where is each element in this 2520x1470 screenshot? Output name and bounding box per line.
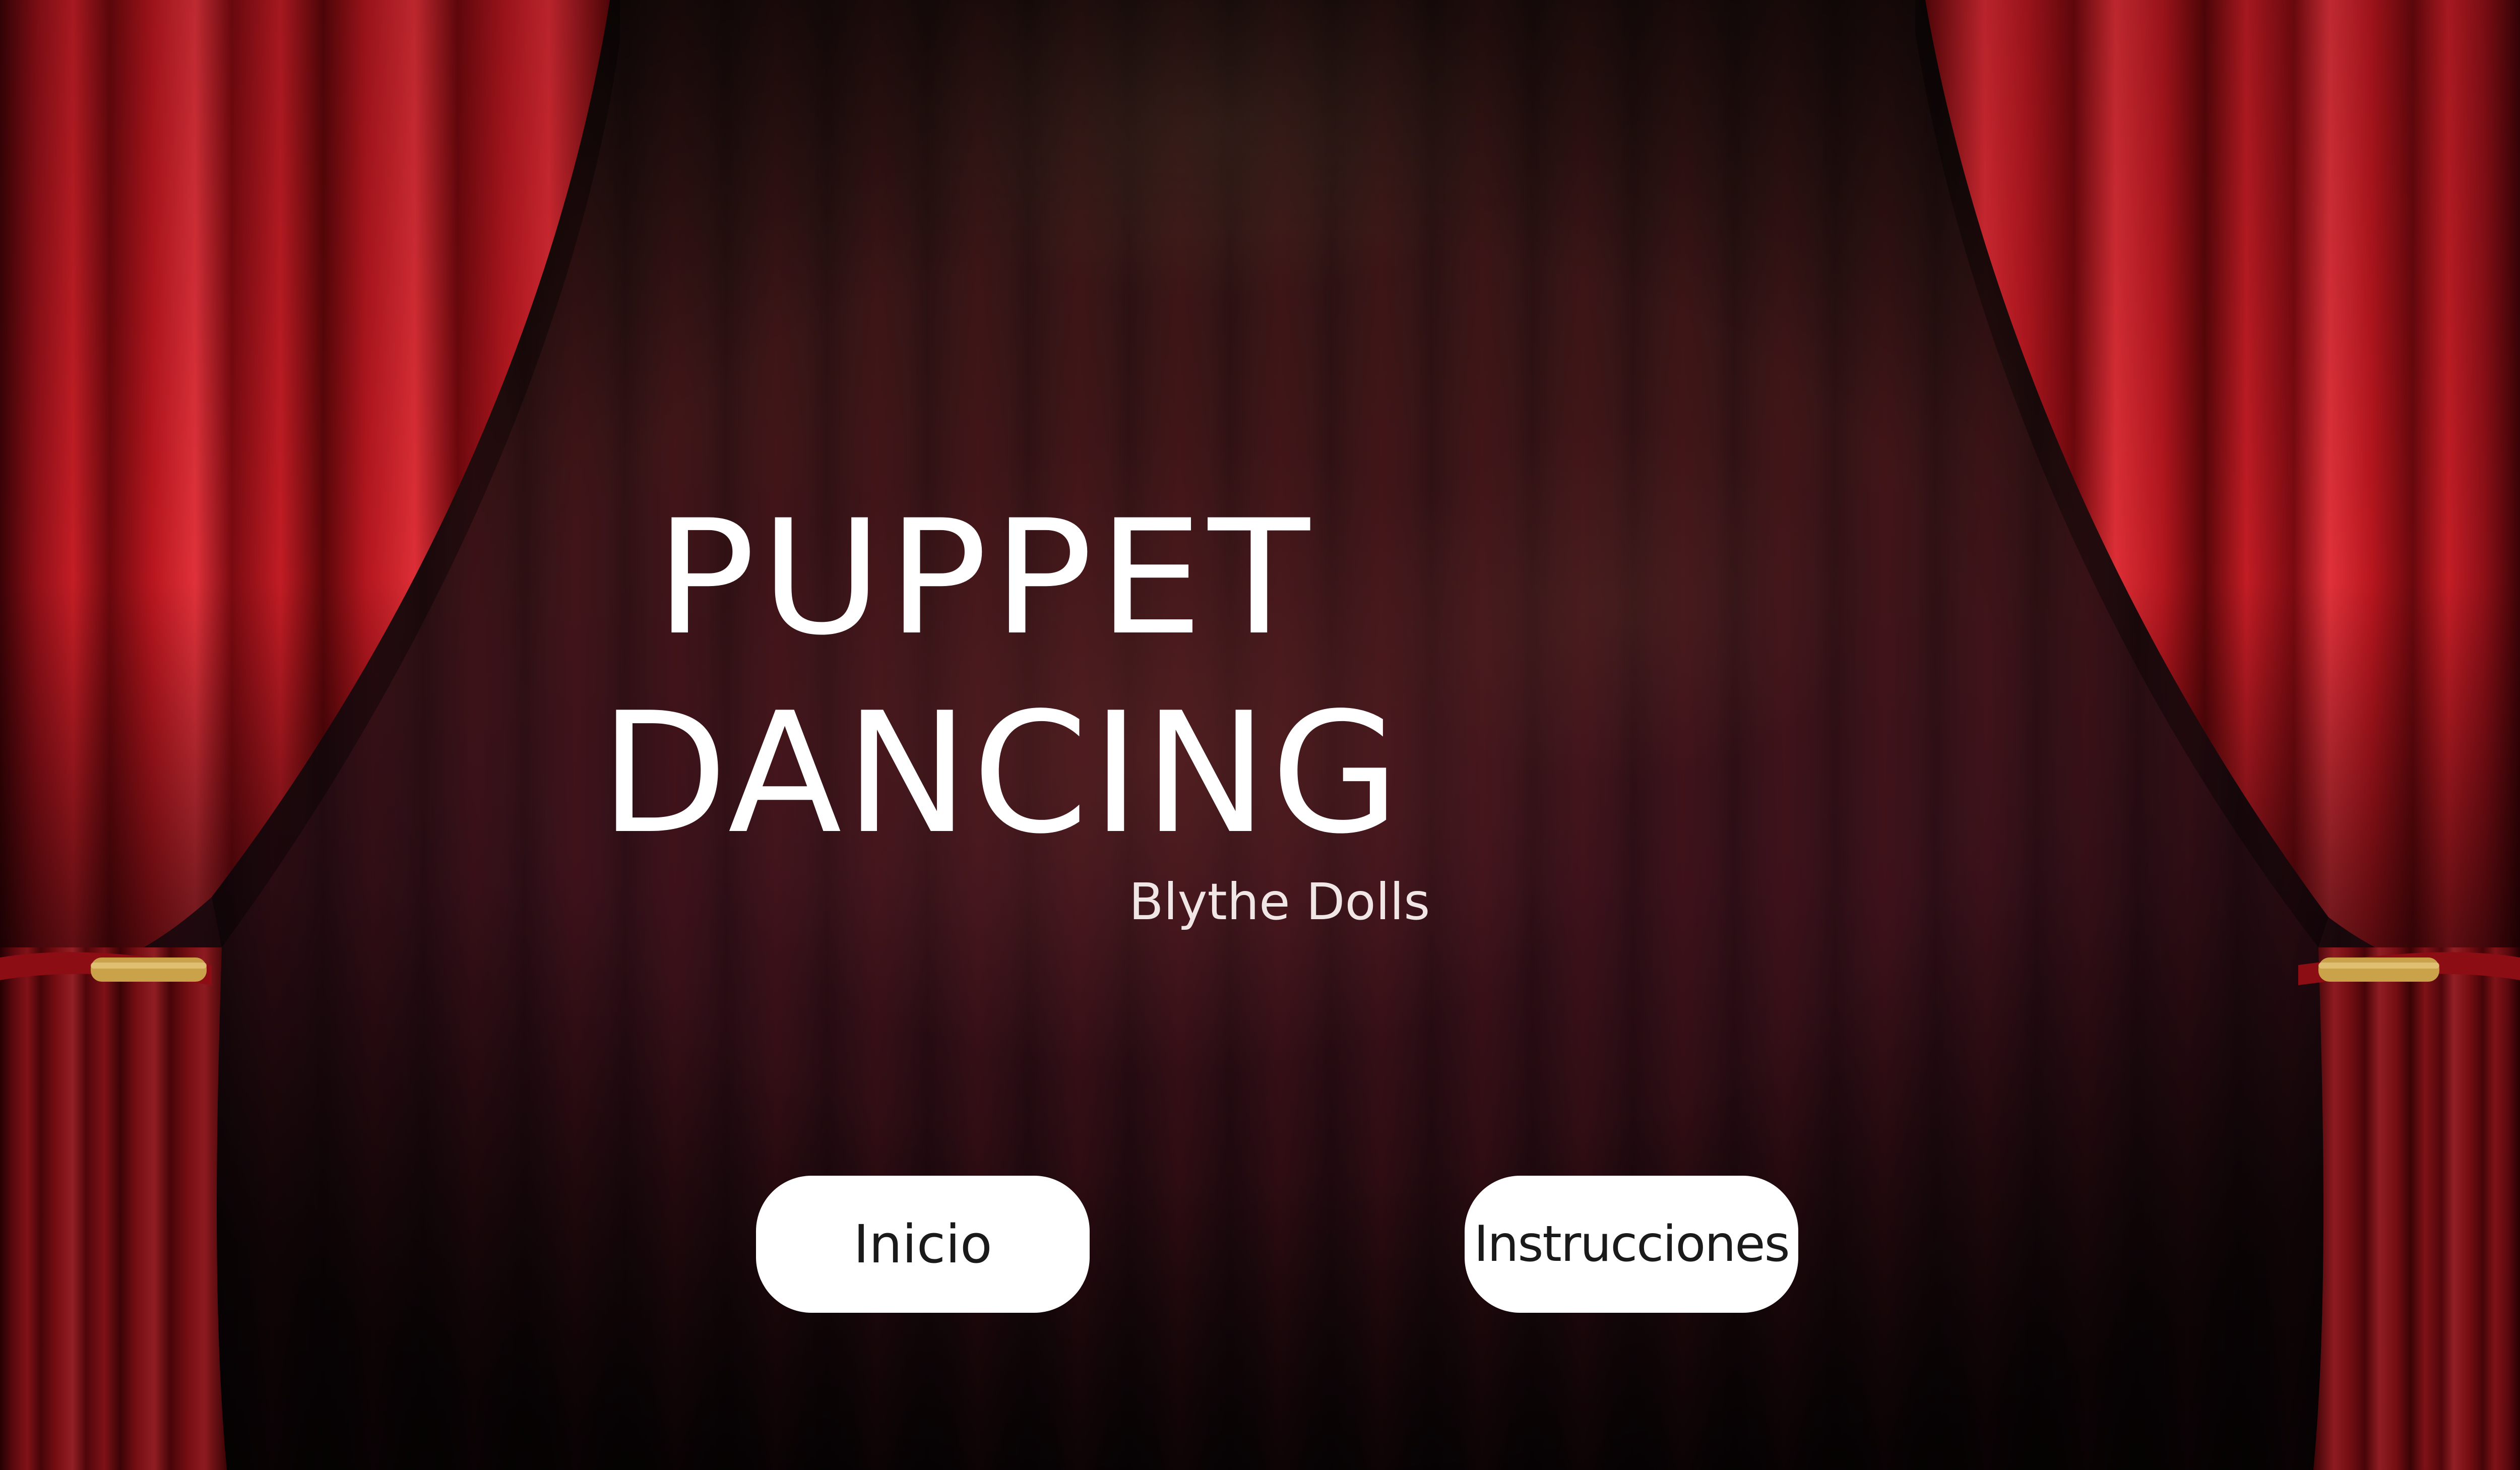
curtain-right [1915,0,2520,1470]
title-screen: PUPPET DANCING Blythe Dolls Inicio Instr… [0,0,2520,1470]
tieback-gold-left [91,957,207,982]
tieback-gold-right [2318,957,2439,982]
instructions-button[interactable]: Instrucciones [1465,1176,1798,1313]
subtitle: Blythe Dolls [1129,872,1430,931]
start-button-label: Inicio [853,1213,992,1275]
title-line-2: DANCING [600,677,1403,870]
start-button[interactable]: Inicio [756,1176,1090,1313]
title-line-1: PUPPET [655,486,1315,670]
curtain-left [0,0,620,1470]
instructions-button-label: Instrucciones [1474,1216,1790,1273]
